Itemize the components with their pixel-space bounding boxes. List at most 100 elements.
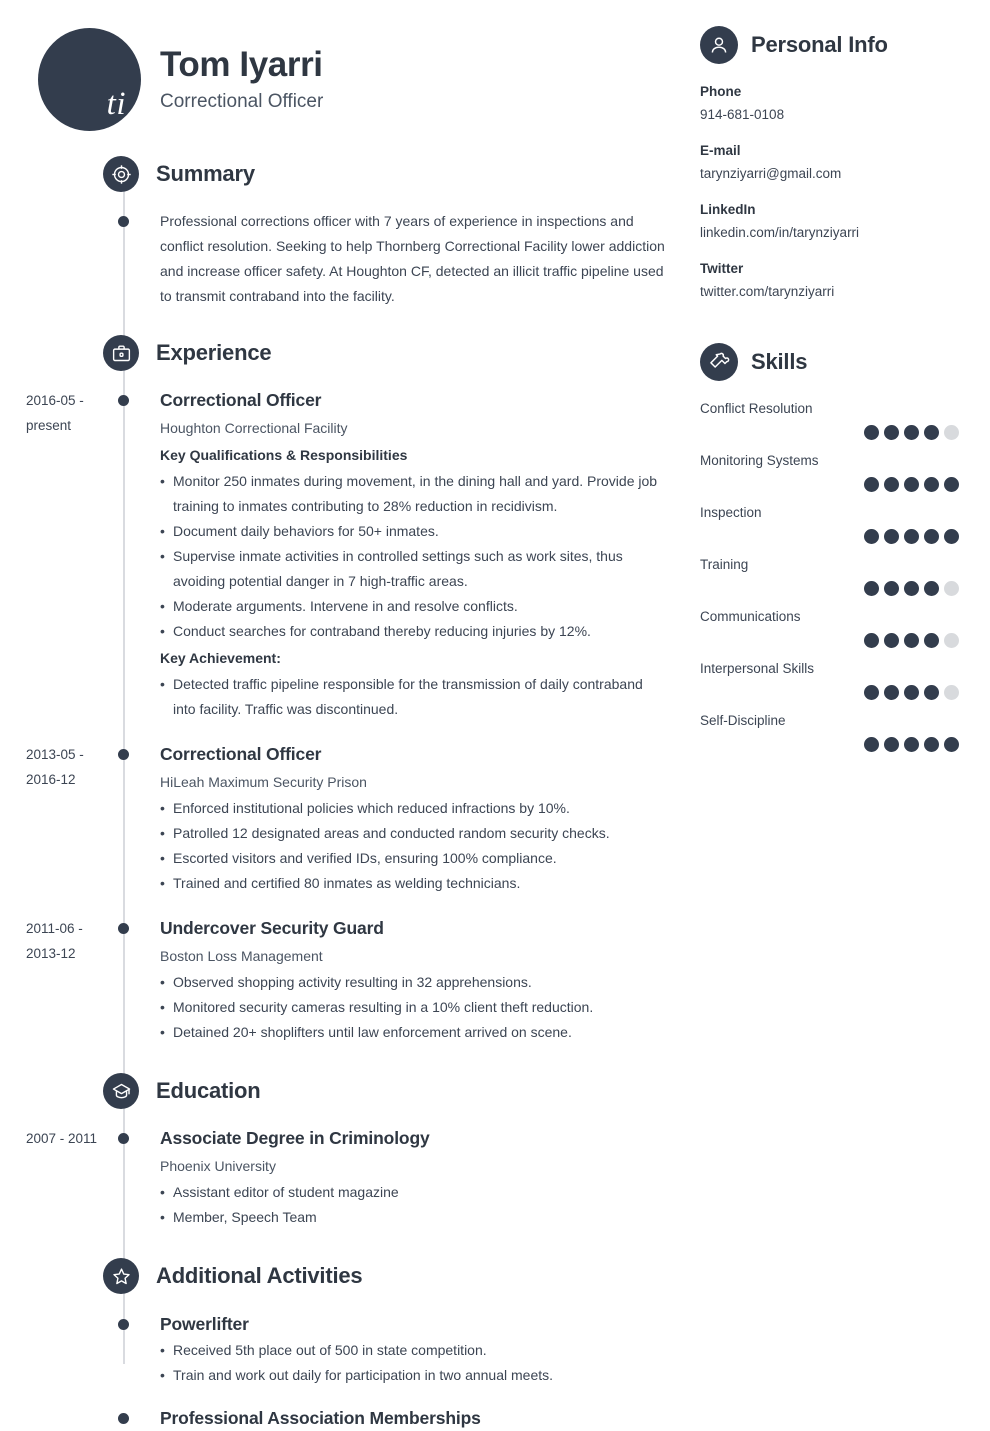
rating-dot [864,529,879,544]
section-title: Additional Activities [156,1263,363,1288]
star-icon [103,1258,139,1294]
rating-dot [864,425,879,440]
entry-date: 2011-06 - 2013-12 [26,921,83,961]
skill-row: Conflict Resolution [700,398,990,440]
rating-dot [884,529,899,544]
timeline-dot [118,395,129,406]
rating-dot [904,477,919,492]
rating-dot [864,737,879,752]
skill-name: Communications [700,609,801,624]
skill-name: Interpersonal Skills [700,661,815,676]
bullet-item: Trained and certified 80 inmates as weld… [160,871,666,896]
info-label: Phone [700,84,742,99]
rating-dot [924,529,939,544]
skill-rating [700,685,990,700]
section-additional-activities-header: Additional Activities [103,1254,690,1298]
right-column: Personal Info Phone 914-681-0108 E-mail tar… [700,0,990,762]
skill-name: Conflict Resolution [700,401,813,416]
rating-dot [884,477,899,492]
rating-dot [924,633,939,648]
puzzle-piece-icon [700,343,738,381]
briefcase-icon [103,335,139,371]
bullet-list: Received 5th place out of 500 in state c… [160,1338,666,1388]
rating-dot [944,633,959,648]
info-value[interactable]: linkedin.com/in/tarynziyarri [700,222,990,244]
bullet-item: Moderate arguments. Intervene in and res… [160,594,666,619]
bullet-item: Monitor 250 inmates during movement, in … [160,469,666,519]
rating-dot [924,477,939,492]
bullet-item: Supervise inmate activities in controlle… [160,544,666,594]
entry-date: 2016-05 - present [26,393,84,433]
skill-row: Self-Discipline [700,710,990,752]
section-experience-header: Experience [103,331,690,375]
skill-name: Inspection [700,505,762,520]
rating-dot [884,737,899,752]
skills-list: Conflict Resolution Monitoring Systems Ins… [700,398,990,752]
rating-dot [904,737,919,752]
entry-date: 2007 - 2011 [26,1131,98,1146]
experience-entry: 2013-05 - 2016-12 Correctional Officer H… [0,742,690,896]
personal-info-list: Phone 914-681-0108 E-mail tarynziyarri@gmai… [700,81,990,303]
info-value[interactable]: twitter.com/tarynziyarri [700,281,990,303]
rating-dot [904,425,919,440]
entry-subheading: Key Qualifications & Responsibilities [160,447,408,463]
section-education-header: Education [103,1069,690,1113]
skill-row: Communications [700,606,990,648]
skill-name: Monitoring Systems [700,453,819,468]
bullet-item: Member, Speech Team [160,1205,666,1230]
rating-dot [944,685,959,700]
bullet-item: Assistant editor of student magazine [160,1180,666,1205]
skill-name: Training [700,557,749,572]
section-title: Personal Info [751,32,888,57]
info-label: LinkedIn [700,202,756,217]
rating-dot [884,633,899,648]
summary-entry: Professional corrections officer with 7 … [0,209,690,309]
education-entry: 2007 - 2011 Associate Degree in Criminol… [0,1126,690,1230]
name-block: Tom Iyarri Correctional Officer [160,45,323,112]
info-value[interactable]: tarynziyarri@gmail.com [700,163,990,185]
bullet-list: Monitor 250 inmates during movement, in … [160,469,666,644]
entry-title: Correctional Officer [160,744,322,764]
info-label: E-mail [700,143,741,158]
bullet-item: Enforced institutional policies which re… [160,796,666,821]
timeline-dot [118,1319,129,1330]
bullet-item: Conduct searches for contraband thereby … [160,619,666,644]
bullet-item: Escorted visitors and verified IDs, ensu… [160,846,666,871]
personal-info-item: Phone 914-681-0108 [700,81,990,126]
bullet-item: Document daily behaviors for 50+ inmates… [160,519,666,544]
rating-dot [884,685,899,700]
bullet-item: Patrolled 12 designated areas and conduc… [160,821,666,846]
job-title: Correctional Officer [160,90,324,112]
avatar: ti [38,27,141,131]
activity-entry: Professional Association Memberships [0,1406,690,1431]
page-title: Tom Iyarri [160,45,323,85]
experience-entry: 2011-06 - 2013-12 Undercover Security Gu… [0,916,690,1045]
skill-row: Interpersonal Skills [700,658,990,700]
timeline-dot [118,216,129,227]
entry-title: Associate Degree in Criminology [160,1128,430,1148]
skill-rating [700,633,990,648]
rating-dot [924,737,939,752]
skill-rating [700,581,990,596]
timeline-dot [118,923,129,934]
bullet-item: Detained 20+ shoplifters until law enfor… [160,1020,666,1045]
section-title: Experience [156,340,272,365]
activity-entry: Powerlifter Received 5th place out of 50… [0,1312,690,1388]
bullet-item: Train and work out daily for participati… [160,1363,666,1388]
rating-dot [944,581,959,596]
rating-dot [884,425,899,440]
rating-dot [864,581,879,596]
rating-dot [864,685,879,700]
rating-dot [864,477,879,492]
rating-dot [924,425,939,440]
section-title: Education [156,1078,261,1103]
section-title: Summary [156,161,255,186]
rating-dot [944,477,959,492]
info-value[interactable]: 914-681-0108 [700,104,990,126]
skill-row: Monitoring Systems [700,450,990,492]
timeline-dot [118,749,129,760]
rating-dot [904,633,919,648]
section-personal-info-header: Personal Info [700,26,990,64]
skill-row: Training [700,554,990,596]
entry-title: Powerlifter [160,1314,249,1334]
